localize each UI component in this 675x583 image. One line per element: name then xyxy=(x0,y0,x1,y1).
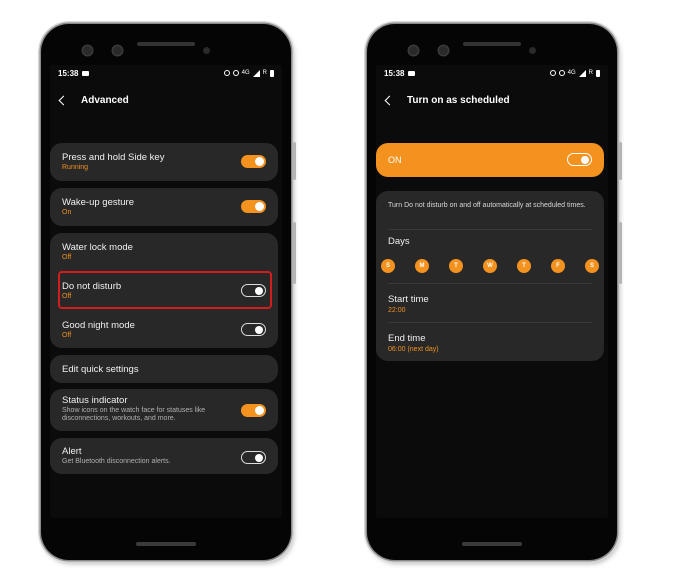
network-type: 4G xyxy=(567,70,576,76)
list-item[interactable]: Status indicator Show icons on the watch… xyxy=(62,395,266,424)
item-title: Alert xyxy=(62,446,82,457)
start-time-item[interactable]: Start time 22:00 xyxy=(388,294,429,314)
item-title: Wake-up gesture xyxy=(62,197,134,208)
end-time-item[interactable]: End time 06:00 (next day) xyxy=(388,333,439,353)
item-status: Off xyxy=(62,254,72,261)
list-item[interactable]: Press and hold Side key Running xyxy=(62,152,266,171)
alarm-icon xyxy=(549,70,556,76)
page-title: Turn on as scheduled xyxy=(407,94,510,106)
alarm-icon xyxy=(223,70,230,76)
day-saturday[interactable]: S xyxy=(585,259,599,273)
network-type: 4G xyxy=(241,70,250,76)
good-night-mode-toggle[interactable] xyxy=(241,323,266,336)
left-screen: 15:38 4G R Advanced Press and hold Side … xyxy=(50,65,282,518)
day-tuesday[interactable]: T xyxy=(449,259,463,273)
item-status: Off xyxy=(62,332,72,339)
proximity-sensor xyxy=(203,47,210,54)
item-title: Status indicator xyxy=(62,395,128,406)
front-camera-2 xyxy=(439,46,448,55)
front-camera xyxy=(83,46,92,55)
schedule-card: Turn Do not disturb on and off automatic… xyxy=(376,191,604,361)
side-key-toggle[interactable] xyxy=(241,155,266,168)
right-screen: 15:38 4G R Turn on as scheduled ON Turn … xyxy=(376,65,608,518)
item-title: Edit quick settings xyxy=(62,364,139,375)
list-item[interactable]: Alert Get Bluetooth disconnection alerts… xyxy=(62,446,266,466)
day-friday[interactable]: F xyxy=(551,259,565,273)
title-bar: Turn on as scheduled xyxy=(376,85,608,115)
status-time: 15:38 xyxy=(384,68,405,78)
status-indicator-card[interactable]: Status indicator Show icons on the watch… xyxy=(50,389,278,431)
youtube-notification-icon xyxy=(408,70,416,76)
water-lock-item[interactable]: Water lock mode Off xyxy=(62,242,266,261)
item-status: On xyxy=(62,209,72,216)
end-time-title: End time xyxy=(388,333,426,344)
item-status: Running xyxy=(62,164,89,171)
carrier-indicator: R xyxy=(588,70,593,76)
proximity-sensor xyxy=(529,47,536,54)
alert-card[interactable]: Alert Get Bluetooth disconnection alerts… xyxy=(50,438,278,474)
end-time-value: 06:00 (next day) xyxy=(388,346,439,353)
front-camera xyxy=(409,46,418,55)
power-button xyxy=(293,142,296,180)
day-sunday[interactable]: S xyxy=(381,259,395,273)
battery-icon xyxy=(596,69,600,77)
signal-icon xyxy=(252,69,260,77)
item-title: Good night mode xyxy=(62,320,135,331)
status-bar: 15:38 4G R xyxy=(376,65,608,81)
right-phone: 15:38 4G R Turn on as scheduled ON Turn … xyxy=(367,24,622,560)
divider xyxy=(388,322,592,323)
speaker-grille xyxy=(463,42,521,46)
item-description: Show icons on the watch face for statuse… xyxy=(62,407,206,423)
day-monday[interactable]: M xyxy=(415,259,429,273)
status-bar: 15:38 4G R xyxy=(50,65,282,81)
power-button xyxy=(619,142,622,180)
page-title: Advanced xyxy=(81,94,129,106)
list-item[interactable]: Wake-up gesture On xyxy=(62,197,266,216)
start-time-value: 22:00 xyxy=(388,307,406,314)
day-thursday[interactable]: T xyxy=(517,259,531,273)
back-arrow-icon[interactable] xyxy=(384,95,395,105)
days-title: Days xyxy=(388,236,410,247)
day-wednesday[interactable]: W xyxy=(483,259,497,273)
battery-icon xyxy=(270,69,274,77)
wake-up-gesture-toggle[interactable] xyxy=(241,200,266,213)
schedule-toggle[interactable] xyxy=(567,153,592,166)
highlight-box xyxy=(58,271,272,309)
youtube-notification-icon xyxy=(82,70,90,76)
divider xyxy=(388,229,592,230)
good-night-mode-item[interactable]: Good night mode Off xyxy=(62,320,266,339)
title-bar: Advanced xyxy=(50,85,282,115)
volume-button xyxy=(619,222,622,284)
list-item[interactable]: Edit quick settings xyxy=(62,364,266,375)
edit-quick-settings-card[interactable]: Edit quick settings xyxy=(50,355,278,383)
home-indicator xyxy=(136,542,196,546)
alert-toggle[interactable] xyxy=(241,451,266,464)
days-selector: S M T W T F S xyxy=(381,259,599,273)
signal-icon xyxy=(578,69,586,77)
schedule-description: Turn Do not disturb on and off automatic… xyxy=(388,202,586,209)
home-indicator xyxy=(462,542,522,546)
left-phone: 15:38 4G R Advanced Press and hold Side … xyxy=(41,24,296,560)
back-arrow-icon[interactable] xyxy=(58,95,69,105)
start-time-title: Start time xyxy=(388,294,429,305)
carrier-indicator: R xyxy=(262,70,267,76)
item-title: Press and hold Side key xyxy=(62,152,165,163)
dnd-icon xyxy=(232,70,239,76)
volume-button xyxy=(293,222,296,284)
item-description: Get Bluetooth disconnection alerts. xyxy=(62,458,171,465)
status-indicator-toggle[interactable] xyxy=(241,404,266,417)
wake-up-gesture-card[interactable]: Wake-up gesture On xyxy=(50,188,278,226)
front-camera-2 xyxy=(113,46,122,55)
item-title: Water lock mode xyxy=(62,242,133,253)
divider xyxy=(388,283,592,284)
schedule-master-switch[interactable]: ON xyxy=(376,143,604,177)
on-label: ON xyxy=(388,155,402,165)
speaker-grille xyxy=(137,42,195,46)
press-hold-side-key-card[interactable]: Press and hold Side key Running xyxy=(50,143,278,181)
dnd-icon xyxy=(558,70,565,76)
status-time: 15:38 xyxy=(58,68,79,78)
